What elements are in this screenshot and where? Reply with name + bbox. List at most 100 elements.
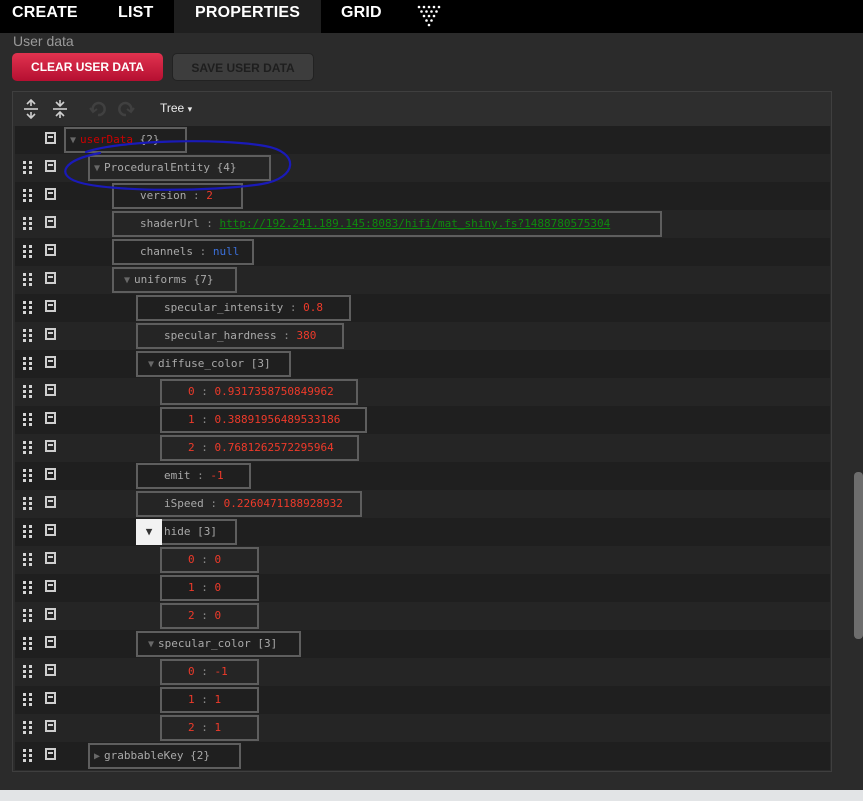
context-menu-icon[interactable] [45,468,56,480]
node-value[interactable]: 1 [215,721,222,734]
clear-user-data-button[interactable]: CLEAR USER DATA [12,53,163,81]
tree-node-specular-color[interactable]: ▼ specular_color [3] [136,631,301,657]
drag-handle-icon[interactable] [23,189,32,203]
drag-handle-icon[interactable] [23,553,32,567]
context-menu-icon[interactable] [45,300,56,312]
context-menu-icon[interactable] [45,720,56,732]
context-menu-icon[interactable] [45,580,56,592]
tree-node-specular-color-2[interactable]: 2 : 1 [160,715,259,741]
context-menu-icon[interactable] [45,440,56,452]
drag-handle-icon[interactable] [23,609,32,623]
context-menu-icon[interactable] [45,244,56,256]
tab-grid[interactable]: GRID [327,0,397,33]
node-value[interactable]: 0.9317358750849962 [215,385,334,398]
drag-handle-icon[interactable] [23,385,32,399]
tree-node-proceduralentity[interactable]: ▼ ProceduralEntity {4} [88,155,271,181]
drag-handle-icon[interactable] [23,273,32,287]
tree-node-hide-1[interactable]: 1 : 0 [160,575,259,601]
context-menu-icon[interactable] [45,328,56,340]
drag-handle-icon[interactable] [23,469,32,483]
expand-all-icon[interactable] [23,98,39,124]
redo-icon[interactable] [117,99,135,124]
drag-handle-icon[interactable] [23,245,32,259]
tree-node-shaderurl[interactable]: shaderUrl : http://192.241.189.145:8083/… [112,211,662,237]
node-value[interactable]: null [213,245,240,258]
tab-create[interactable]: CREATE [0,0,92,33]
drag-handle-icon[interactable] [23,217,32,231]
panel-scrollbar-track[interactable] [854,36,863,790]
context-menu-icon[interactable] [45,160,56,172]
tree-node-diffuse-color-2[interactable]: 2 : 0.7681262572295964 [160,435,359,461]
drag-handle-icon[interactable] [23,525,32,539]
node-value-link[interactable]: http://192.241.189.145:8083/hifi/mat_shi… [219,217,610,230]
expanded-triangle-icon[interactable]: ▼ [66,130,80,152]
node-value[interactable]: 0.7681262572295964 [215,441,334,454]
drag-handle-icon[interactable] [23,161,32,175]
node-value[interactable]: 0 [215,553,222,566]
tree-node-grabbablekey[interactable]: ▶ grabbableKey {2} [88,743,241,769]
node-value[interactable]: 1 [215,693,222,706]
context-menu-icon[interactable] [45,664,56,676]
context-menu-icon[interactable] [45,132,56,144]
tree-mode-menu[interactable]: Tree ▾ [160,101,192,115]
tree-node-diffuse-color[interactable]: ▼ diffuse_color [3] [136,351,291,377]
expanded-triangle-icon[interactable]: ▼ [144,634,158,656]
node-value[interactable]: 0 [215,581,222,594]
expanded-triangle-icon[interactable]: ▼ [120,270,134,292]
drag-handle-icon[interactable] [23,581,32,595]
node-value[interactable]: 0.38891956489533186 [215,413,341,426]
drag-handle-icon[interactable] [23,665,32,679]
expanded-triangle-icon[interactable]: ▼ [144,354,158,376]
save-user-data-button[interactable]: SAVE USER DATA [172,53,314,81]
context-menu-icon[interactable] [45,524,56,536]
tab-list[interactable]: LIST [104,0,174,33]
context-menu-icon[interactable] [45,552,56,564]
tree-node-diffuse-color-1[interactable]: 1 : 0.38891956489533186 [160,407,367,433]
expanded-triangle-icon[interactable]: ▼ [136,519,162,545]
context-menu-icon[interactable] [45,412,56,424]
tree-node-diffuse-color-0[interactable]: 0 : 0.9317358750849962 [160,379,358,405]
tree-node-version[interactable]: version : 2 [112,183,243,209]
tree-node-userdata[interactable]: ▼ userData {2} [64,127,187,153]
drag-handle-icon[interactable] [23,721,32,735]
expanded-triangle-icon[interactable]: ▼ [90,158,104,180]
context-menu-icon[interactable] [45,636,56,648]
dots-logo-icon[interactable] [416,4,442,33]
context-menu-icon[interactable] [45,384,56,396]
node-value[interactable]: 0 [215,609,222,622]
drag-handle-icon[interactable] [23,413,32,427]
context-menu-icon[interactable] [45,272,56,284]
context-menu-icon[interactable] [45,692,56,704]
tree-node-emit[interactable]: emit : -1 [136,463,251,489]
node-value[interactable]: -1 [215,665,228,678]
tree-node-channels[interactable]: channels : null [112,239,254,265]
tree-node-hide[interactable]: ▼ hide [3] [136,519,237,545]
drag-handle-icon[interactable] [23,441,32,455]
context-menu-icon[interactable] [45,188,56,200]
drag-handle-icon[interactable] [23,497,32,511]
context-menu-icon[interactable] [45,748,56,760]
undo-icon[interactable] [89,99,107,124]
panel-scrollbar-thumb[interactable] [854,472,863,639]
tree-node-specular-color-1[interactable]: 1 : 1 [160,687,259,713]
drag-handle-icon[interactable] [23,357,32,371]
drag-handle-icon[interactable] [23,637,32,651]
node-value[interactable]: 380 [296,329,316,342]
context-menu-icon[interactable] [45,608,56,620]
context-menu-icon[interactable] [45,356,56,368]
tree-node-specular-intensity[interactable]: specular_intensity : 0.8 [136,295,351,321]
node-value[interactable]: 0.8 [303,301,323,314]
collapse-all-icon[interactable] [52,99,68,124]
context-menu-icon[interactable] [45,496,56,508]
context-menu-icon[interactable] [45,216,56,228]
tree-node-specular-hardness[interactable]: specular_hardness : 380 [136,323,344,349]
node-value[interactable]: 0.2260471188928932 [224,497,343,510]
collapsed-triangle-icon[interactable]: ▶ [90,746,104,768]
tree-node-ispeed[interactable]: iSpeed : 0.2260471188928932 [136,491,362,517]
tree-node-uniforms[interactable]: ▼ uniforms {7} [112,267,237,293]
drag-handle-icon[interactable] [23,301,32,315]
drag-handle-icon[interactable] [23,749,32,763]
tree-node-specular-color-0[interactable]: 0 : -1 [160,659,259,685]
drag-handle-icon[interactable] [23,693,32,707]
node-value[interactable]: -1 [210,469,223,482]
